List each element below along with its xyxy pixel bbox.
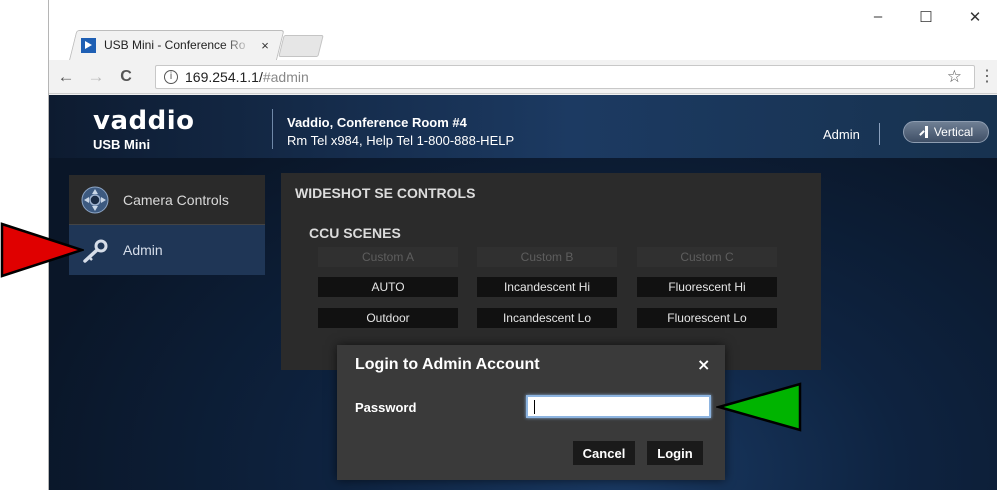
password-input[interactable] bbox=[526, 395, 711, 418]
camera-controls-icon bbox=[81, 186, 109, 213]
vaddio-logo: vaddio bbox=[93, 106, 195, 136]
login-dialog-title: Login to Admin Account bbox=[355, 356, 540, 373]
header-divider-right bbox=[879, 123, 880, 145]
app-header: vaddio USB Mini Vaddio, Conference Room … bbox=[49, 95, 997, 158]
minimize-button[interactable]: – bbox=[855, 8, 901, 25]
tab-close-icon[interactable]: × bbox=[258, 38, 272, 53]
url-host: 169.254.1.1/ bbox=[185, 69, 263, 85]
ccu-scenes-heading: CCU SCENES bbox=[309, 225, 401, 241]
forward-button[interactable]: → bbox=[85, 66, 107, 88]
browser-titlebar: USB Mini - Conference Ro × – ☐ ✕ bbox=[49, 0, 997, 60]
scene-fluorescent-lo[interactable]: Fluorescent Lo bbox=[637, 308, 777, 328]
green-pointer-arrow-icon bbox=[716, 382, 802, 432]
scene-custom-a[interactable]: Custom A bbox=[318, 247, 458, 267]
sidebar-item-label: Admin bbox=[123, 242, 163, 258]
new-tab-button[interactable] bbox=[278, 35, 324, 57]
scene-auto[interactable]: AUTO bbox=[318, 277, 458, 297]
info-icon[interactable]: i bbox=[164, 70, 178, 84]
address-bar[interactable]: i 169.254.1.1/#admin ☆ bbox=[155, 65, 975, 89]
admin-link[interactable]: Admin bbox=[823, 127, 860, 142]
maximize-button[interactable]: ☐ bbox=[903, 8, 949, 26]
back-button[interactable]: ← bbox=[55, 66, 77, 88]
browser-window: USB Mini - Conference Ro × – ☐ ✕ ← → C i… bbox=[48, 0, 997, 490]
dialog-close-icon[interactable]: × bbox=[697, 355, 710, 374]
tab-title: USB Mini - Conference Ro bbox=[104, 38, 246, 52]
scene-outdoor[interactable]: Outdoor bbox=[318, 308, 458, 328]
vertical-button[interactable]: Vertical bbox=[903, 121, 989, 143]
key-icon bbox=[83, 239, 108, 263]
cancel-button[interactable]: Cancel bbox=[573, 441, 635, 465]
room-name: Vaddio, Conference Room #4 bbox=[287, 115, 467, 130]
room-contact: Rm Tel x984, Help Tel 1-800-888-HELP bbox=[287, 133, 515, 148]
url-path: #admin bbox=[262, 69, 309, 85]
bookmark-star-icon[interactable]: ☆ bbox=[947, 67, 962, 87]
login-dialog: Login to Admin Account × Password Cancel… bbox=[337, 345, 725, 480]
browser-toolbar: ← → C i 169.254.1.1/#admin ☆ ⋮ bbox=[49, 60, 997, 94]
password-label: Password bbox=[355, 400, 417, 415]
scene-fluorescent-hi[interactable]: Fluorescent Hi bbox=[637, 277, 777, 297]
vaddio-favicon-icon bbox=[81, 37, 96, 53]
browser-tab[interactable]: USB Mini - Conference Ro × bbox=[75, 30, 275, 60]
scene-custom-b[interactable]: Custom B bbox=[477, 247, 617, 267]
scene-incandescent-hi[interactable]: Incandescent Hi bbox=[477, 277, 617, 297]
scene-incandescent-lo[interactable]: Incandescent Lo bbox=[477, 308, 617, 328]
product-name: USB Mini bbox=[93, 137, 151, 152]
browser-menu-icon[interactable]: ⋮ bbox=[978, 66, 996, 88]
vertical-icon bbox=[919, 126, 929, 138]
sidebar-item-admin[interactable]: Admin bbox=[69, 225, 265, 275]
scene-custom-c[interactable]: Custom C bbox=[637, 247, 777, 267]
red-pointer-arrow-icon bbox=[0, 222, 84, 278]
login-button[interactable]: Login bbox=[647, 441, 703, 465]
sidebar-item-camera-controls[interactable]: Camera Controls bbox=[69, 175, 265, 225]
reload-button[interactable]: C bbox=[115, 66, 137, 88]
vertical-button-label: Vertical bbox=[933, 125, 974, 139]
wideshot-controls-panel: WIDESHOT SE CONTROLS CCU SCENES Custom A… bbox=[281, 173, 821, 370]
close-window-button[interactable]: ✕ bbox=[952, 8, 997, 26]
panel-title: WIDESHOT SE CONTROLS bbox=[295, 185, 476, 201]
header-divider bbox=[272, 109, 273, 149]
vaddio-web-app: vaddio USB Mini Vaddio, Conference Room … bbox=[49, 95, 997, 490]
sidebar-item-label: Camera Controls bbox=[123, 191, 229, 208]
text-cursor bbox=[534, 400, 535, 414]
